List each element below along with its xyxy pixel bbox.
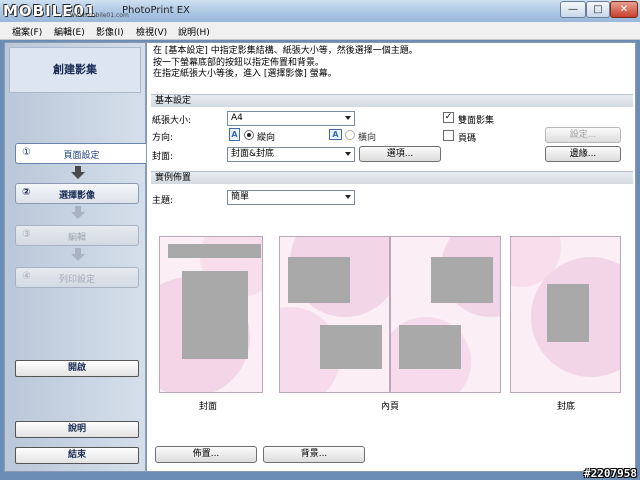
paper-size-value: A4 <box>231 113 243 123</box>
paper-size-select[interactable]: A4 <box>227 111 355 126</box>
inner-pages-caption: 內頁 <box>381 402 400 412</box>
menu-bar: 檔案(F) 編輯(E) 影像(I) 檢視(V) 說明(H) <box>0 22 640 40</box>
chevron-down-icon <box>345 116 351 120</box>
menu-edit[interactable]: 編輯(E) <box>54 25 85 38</box>
step-label: 列印設定 <box>58 275 95 285</box>
main-panel: 在 [基本設定] 中指定影集結構、紙張大小等，然後選擇一個主題。 按一下螢幕底部… <box>146 42 636 472</box>
landscape-label: 橫向 <box>358 133 377 143</box>
theme-value: 簡單 <box>231 192 250 202</box>
background-button[interactable]: 背景... <box>263 446 365 463</box>
photo-placeholder <box>182 271 248 359</box>
photo-placeholder <box>320 325 382 369</box>
window-title: PhotoPrint EX <box>122 5 190 16</box>
step-select-images[interactable]: ② 選擇影像 <box>15 183 139 204</box>
portrait-icon: A <box>229 128 240 141</box>
page-numbers-checkbox[interactable] <box>443 130 454 141</box>
portrait-radio[interactable] <box>244 130 254 140</box>
double-sided-label: 雙面影集 <box>458 116 495 126</box>
open-button[interactable]: 開啟 <box>15 360 139 377</box>
photo-placeholder <box>547 284 589 342</box>
maximize-icon: □ <box>593 4 603 15</box>
menu-image[interactable]: 影像(I) <box>96 25 124 38</box>
options-button[interactable]: 選項... <box>359 146 441 162</box>
help-button[interactable]: 說明 <box>15 421 139 438</box>
back-cover-caption: 封底 <box>557 402 576 412</box>
photo-placeholder <box>399 325 461 369</box>
cover-label: 封面: <box>152 152 174 162</box>
step-label: 選擇影像 <box>58 191 95 201</box>
cover-select[interactable]: 封面&封底 <box>227 147 355 162</box>
maximize-button[interactable]: □ <box>586 1 610 18</box>
portrait-label: 縱向 <box>257 133 276 143</box>
cover-value: 封面&封底 <box>231 149 275 159</box>
chevron-down-icon <box>345 195 351 199</box>
menu-view[interactable]: 檢視(V) <box>136 25 167 38</box>
step-label: 編輯 <box>67 233 86 243</box>
basic-settings-header: 基本設定 <box>151 94 633 107</box>
menu-file[interactable]: 檔案(F) <box>12 25 42 38</box>
double-sided-checkbox[interactable]: ✓ <box>443 112 454 123</box>
down-arrow-icon <box>71 206 85 220</box>
close-icon: ✕ <box>619 4 629 15</box>
photo-placeholder <box>431 257 493 303</box>
landscape-icon: A <box>329 129 342 140</box>
step-edit[interactable]: ③ 編輯 <box>15 225 139 246</box>
minimize-icon: — <box>568 4 578 15</box>
title-placeholder <box>168 244 261 258</box>
inner-page-right-preview <box>390 236 501 393</box>
chevron-down-icon <box>345 152 351 156</box>
intro-line: 在 [基本設定] 中指定影集結構、紙張大小等，然後選擇一個主題。 <box>153 46 418 56</box>
page-numbers-label: 頁碼 <box>458 134 477 144</box>
inner-page-left-preview <box>279 236 390 393</box>
settings-button[interactable]: 設定... <box>545 127 621 143</box>
menu-help[interactable]: 說明(H) <box>178 25 210 38</box>
theme-label: 主題: <box>152 196 174 206</box>
front-cover-preview <box>159 236 263 393</box>
layout-button[interactable]: 佈置... <box>155 446 257 463</box>
front-cover-caption: 封面 <box>199 402 218 412</box>
title-bar: MOBILE01 www.mobile01.com PhotoPrint EX … <box>0 0 640 22</box>
down-arrow-icon <box>71 166 85 180</box>
post-id-watermark: #2207958 <box>584 467 637 480</box>
exit-button[interactable]: 結束 <box>15 447 139 464</box>
back-cover-preview <box>510 236 621 393</box>
border-button[interactable]: 邊緣... <box>545 146 621 162</box>
sidebar-title: 創建影集 <box>9 47 141 93</box>
intro-line: 按一下螢幕底部的按鈕以指定佈置和背景。 <box>153 57 325 68</box>
sidebar: 創建影集 ① 頁面設定 ② 選擇影像 ③ 編輯 ④ 列印設定 開啟 說明 結束 <box>4 42 147 472</box>
step-label: 頁面設定 <box>63 151 100 161</box>
layout-sample-header: 實例佈置 <box>151 171 633 184</box>
landscape-radio[interactable] <box>345 130 355 140</box>
orientation-label: 方向: <box>152 133 174 143</box>
intro-text: 在 [基本設定] 中指定影集結構、紙張大小等，然後選擇一個主題。 按一下螢幕底部… <box>153 46 418 81</box>
minimize-button[interactable]: — <box>560 1 586 18</box>
watermark-url: www.mobile01.com <box>70 12 129 19</box>
paper-size-label: 紙張大小: <box>152 116 192 126</box>
step-print-settings[interactable]: ④ 列印設定 <box>15 267 139 288</box>
down-arrow-icon <box>71 248 85 262</box>
step-page-setup[interactable]: ① 頁面設定 <box>15 143 147 164</box>
theme-select[interactable]: 簡單 <box>227 190 355 205</box>
intro-line: 在指定紙張大小等後，進入 [選擇影像] 螢幕。 <box>153 69 337 79</box>
close-button[interactable]: ✕ <box>610 1 638 18</box>
app-window: MOBILE01 www.mobile01.com PhotoPrint EX … <box>0 0 640 480</box>
photo-placeholder <box>288 257 350 303</box>
